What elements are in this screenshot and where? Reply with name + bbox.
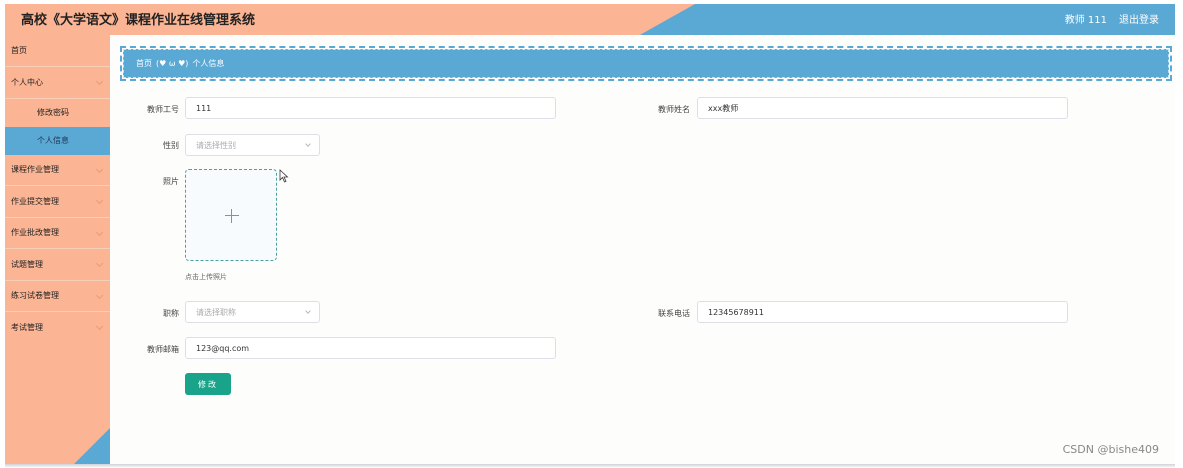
breadcrumb: 首页 (♥ ω ♥) 个人信息 [120, 46, 1172, 81]
sidebar-item-personal-info[interactable]: 个人信息 [5, 126, 110, 155]
plus-icon [225, 215, 239, 216]
sidebar-item-home[interactable]: 首页 [5, 35, 110, 67]
gender-select[interactable]: 请选择性别 [185, 134, 320, 156]
gender-placeholder: 请选择性别 [196, 140, 236, 150]
chevron-down-icon [95, 322, 104, 331]
teacher-id-label: 教师工号 [147, 105, 179, 114]
teacher-name-value: xxx教师 [708, 103, 739, 113]
sidebar-item-label: 作业批改管理 [11, 228, 59, 238]
email-input[interactable]: 123@qq.com [185, 337, 556, 359]
sidebar: 首页 个人中心 修改密码 个人信息 课程作业管理 作业提交管理 作业批改管理 试… [5, 35, 110, 464]
title-placeholder: 请选择职称 [196, 307, 236, 317]
sidebar-item-label: 试题管理 [11, 259, 43, 269]
title-label: 职称 [163, 309, 179, 318]
teacher-name-label: 教师姓名 [658, 105, 690, 114]
phone-input[interactable]: 12345678911 [697, 301, 1068, 323]
chevron-down-icon [95, 196, 104, 205]
sidebar-item-label: 作业提交管理 [11, 196, 59, 206]
logout-link[interactable]: 退出登录 [1119, 11, 1159, 26]
breadcrumb-current: 个人信息 [192, 59, 225, 68]
phone-value: 12345678911 [708, 307, 764, 317]
sidebar-item-practice-papers[interactable]: 练习试卷管理 [5, 281, 110, 312]
submit-button[interactable]: 修改 [185, 373, 231, 395]
gender-label: 性别 [163, 141, 179, 150]
mouse-cursor-icon [279, 169, 289, 183]
sidebar-item-questions[interactable]: 试题管理 [5, 249, 110, 281]
chevron-down-icon [95, 259, 104, 268]
chevron-down-icon [95, 228, 104, 236]
phone-label: 联系电话 [658, 309, 690, 318]
plus-icon-vertical [231, 209, 232, 223]
watermark: CSDN @bishe409 [1062, 443, 1159, 456]
title-select[interactable]: 请选择职称 [185, 301, 320, 323]
current-user: 教师 111 [1064, 15, 1107, 26]
sidebar-item-label: 首页 [11, 46, 27, 55]
chevron-down-icon [95, 291, 104, 299]
app-title: 高校《大学语文》课程作业在线管理系统 [21, 13, 256, 28]
app-frame: 高校《大学语文》课程作业在线管理系统 教师 111 退出登录 首页 个人中心 修… [5, 4, 1175, 464]
photo-label: 照片 [163, 177, 179, 186]
photo-upload[interactable] [185, 169, 277, 261]
sidebar-item-change-password[interactable]: 修改密码 [5, 99, 110, 127]
chevron-down-icon [95, 165, 104, 173]
email-value: 123@qq.com [196, 343, 250, 353]
sidebar-item-label: 修改密码 [37, 108, 69, 117]
sidebar-item-label: 练习试卷管理 [11, 291, 59, 301]
sidebar-item-label: 考试管理 [11, 323, 43, 333]
chevron-down-icon [95, 77, 104, 86]
chevron-down-icon [305, 308, 311, 314]
teacher-id-input[interactable]: 111 [185, 97, 556, 119]
sidebar-item-exams[interactable]: 考试管理 [5, 312, 110, 344]
sidebar-item-label: 个人中心 [11, 77, 43, 87]
teacher-name-input[interactable]: xxx教师 [697, 97, 1068, 119]
sidebar-item-course-homework[interactable]: 课程作业管理 [5, 155, 110, 186]
sidebar-item-personal-center[interactable]: 个人中心 [5, 67, 110, 99]
teacher-id-value: 111 [196, 103, 212, 113]
upload-tip: 点击上传照片 [185, 273, 227, 281]
breadcrumb-home[interactable]: 首页 [136, 58, 152, 69]
sidebar-corner-decoration [74, 428, 110, 464]
sidebar-item-label: 个人信息 [37, 136, 69, 145]
bottom-shadow [5, 464, 1175, 468]
header: 高校《大学语文》课程作业在线管理系统 教师 111 退出登录 [5, 4, 1175, 35]
email-label: 教师邮箱 [147, 345, 179, 354]
chevron-down-icon [305, 141, 311, 147]
sidebar-item-homework-grading[interactable]: 作业批改管理 [5, 218, 110, 249]
breadcrumb-separator: (♥ ω ♥) [156, 59, 189, 68]
sidebar-item-homework-submission[interactable]: 作业提交管理 [5, 186, 110, 218]
sidebar-item-label: 课程作业管理 [11, 165, 59, 175]
